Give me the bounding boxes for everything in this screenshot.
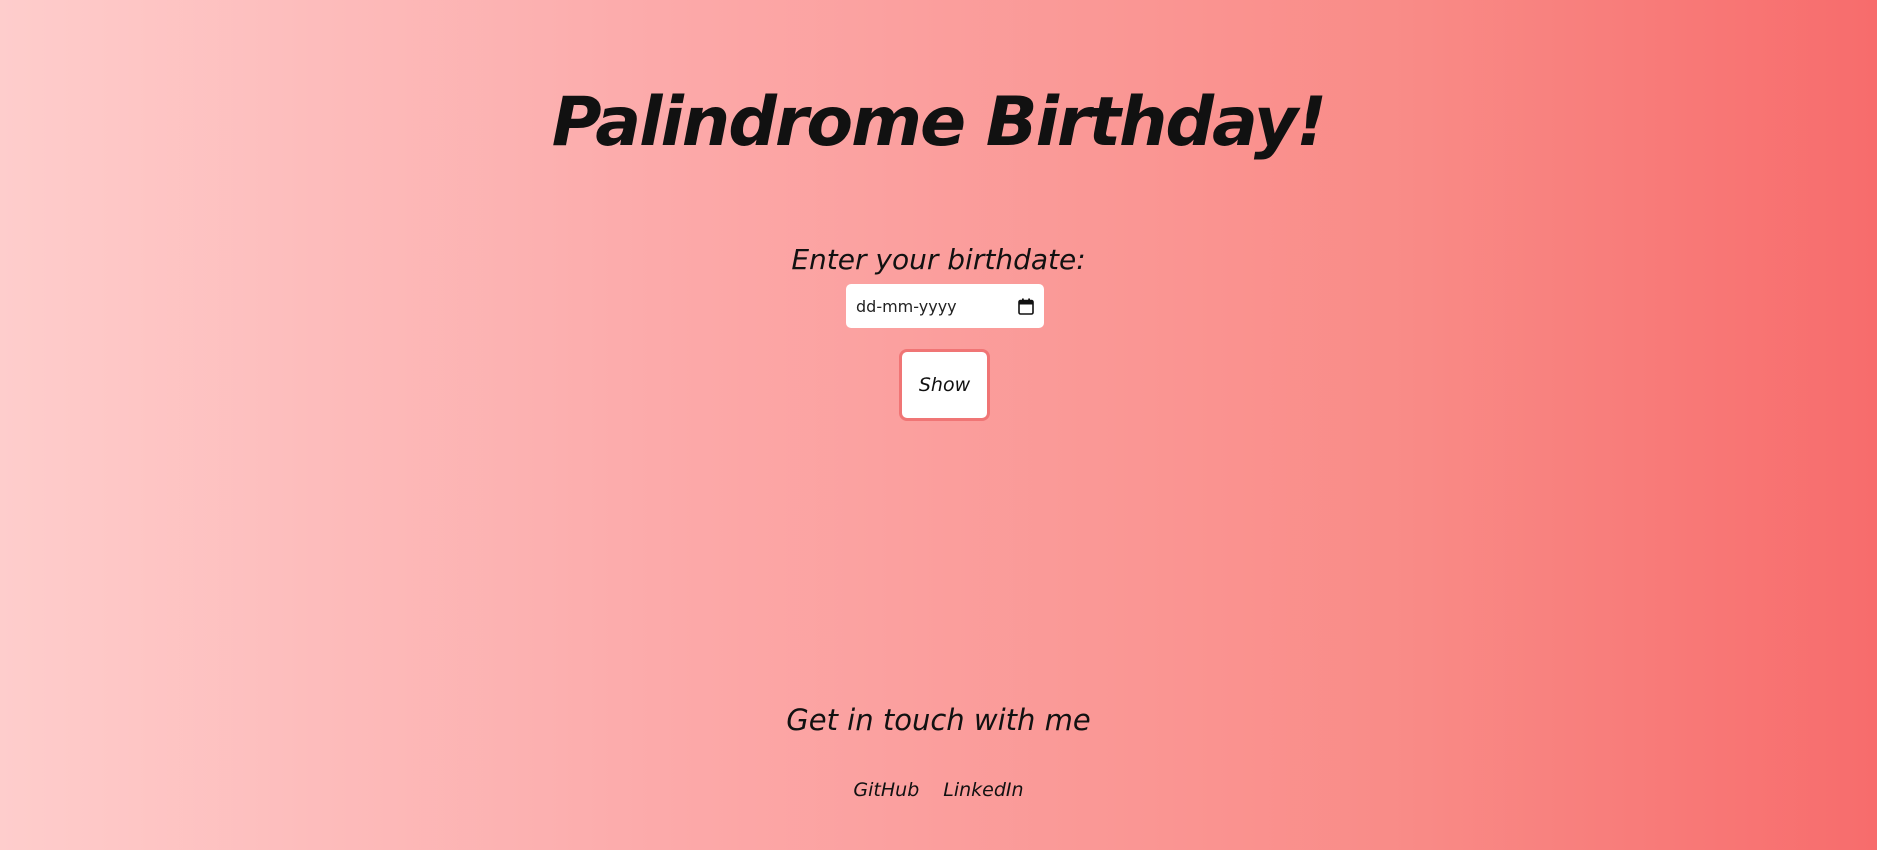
- linkedin-link[interactable]: LinkedIn: [943, 777, 1023, 803]
- github-link[interactable]: GitHub: [853, 777, 919, 803]
- contact-heading: Get in touch with me: [786, 703, 1091, 737]
- birthdate-input[interactable]: dd-mm-yyyy: [846, 284, 1044, 328]
- show-button[interactable]: Show: [899, 349, 990, 421]
- birthdate-placeholder: dd-mm-yyyy: [856, 296, 957, 316]
- page-title: Palindrome Birthday!: [551, 83, 1327, 162]
- footer-links: GitHub LinkedIn: [0, 777, 1877, 803]
- birthdate-label: Enter your birthdate:: [791, 243, 1086, 276]
- calendar-icon[interactable]: [1018, 298, 1034, 315]
